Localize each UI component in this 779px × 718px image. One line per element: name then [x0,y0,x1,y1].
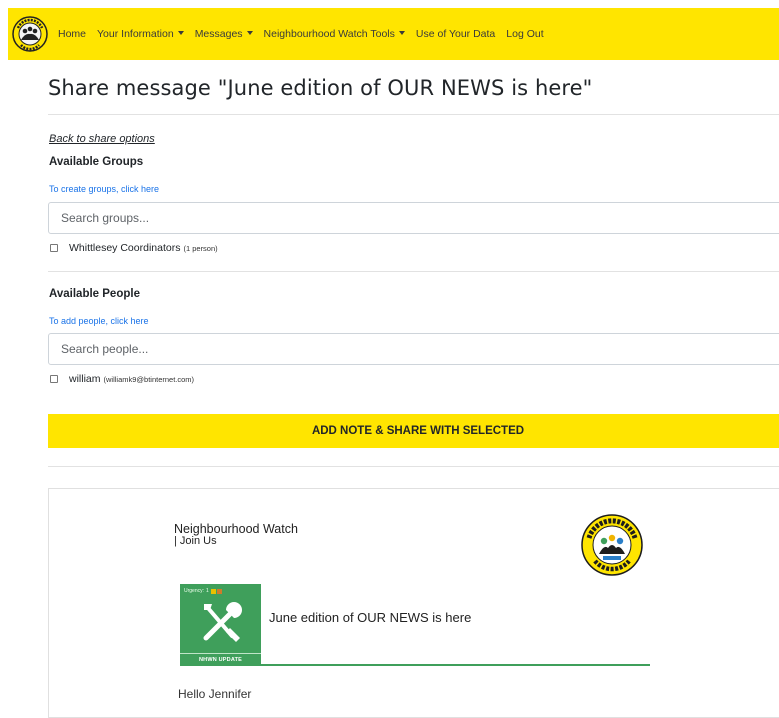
caret-down-icon [246,31,253,35]
nav-tools-label: Neighbourhood Watch Tools [263,28,395,40]
urgency-label: Urgency: [184,588,205,594]
message-preview: Neighbourhood Watch | Join Us Urgency: 1 [48,488,779,718]
tile-footer: NHWN UPDATE [180,653,261,666]
caret-down-icon [398,31,405,35]
person-email: (williamk9@btinternet.com) [103,374,195,384]
wrench-screwdriver-icon [198,598,244,646]
nav-your-information[interactable]: Your Information [97,28,184,40]
group-checkbox[interactable] [50,244,58,252]
urgency-orange-box [216,588,222,594]
urgency-indicator: Urgency: 1 [184,588,222,594]
urgency-level: 1 [206,588,209,594]
add-note-share-button[interactable]: ADD NOTE & SHARE WITH SELECTED [48,414,779,448]
create-groups-link[interactable]: To create groups, click here [49,184,159,194]
back-to-share-options-link[interactable]: Back to share options [49,133,155,145]
person-checkbox-row[interactable]: william (williamk9@btinternet.com) [50,373,194,385]
top-navbar: Home Your Information Messages Neighbour… [8,8,779,60]
urgency-yellow-box [210,588,216,594]
join-us-link[interactable]: | Join Us [174,535,217,547]
add-people-link[interactable]: To add people, click here [49,316,149,326]
nav-use-of-data[interactable]: Use of Your Data [416,28,495,40]
available-groups-heading: Available Groups [49,156,144,168]
neighbourhood-watch-logo-icon[interactable] [12,16,48,52]
nav-messages[interactable]: Messages [195,28,253,40]
page-title: Share message "June edition of OUR NEWS … [48,76,593,100]
nav-messages-label: Messages [194,28,243,40]
search-people-input[interactable] [48,333,779,365]
nav-log-out[interactable]: Log Out [506,28,543,40]
caret-down-icon [177,31,184,35]
nav-home[interactable]: Home [58,28,86,40]
group-label: Whittlesey Coordinators [69,242,181,254]
divider [48,466,779,467]
nav-links: Home Your Information Messages Neighbour… [58,28,555,40]
search-groups-input[interactable] [48,202,779,234]
divider [48,114,779,115]
nhwn-update-tile: Urgency: 1 NHWN UPDATE [180,584,261,666]
preview-divider [261,664,650,666]
nav-your-information-label: Your Information [97,28,174,40]
preview-greeting: Hello Jennifer [178,687,252,701]
available-people-heading: Available People [49,288,140,300]
preview-message-title: June edition of OUR NEWS is here [269,610,472,625]
nav-tools[interactable]: Neighbourhood Watch Tools [264,28,405,40]
divider [48,271,779,272]
preview-brand-name: Neighbourhood Watch [174,522,298,536]
person-checkbox[interactable] [50,375,58,383]
nhw-badge-logo-icon [581,514,643,576]
group-member-count: (1 person) [183,243,218,253]
group-checkbox-row[interactable]: Whittlesey Coordinators (1 person) [50,242,218,254]
person-label: william [69,373,101,385]
